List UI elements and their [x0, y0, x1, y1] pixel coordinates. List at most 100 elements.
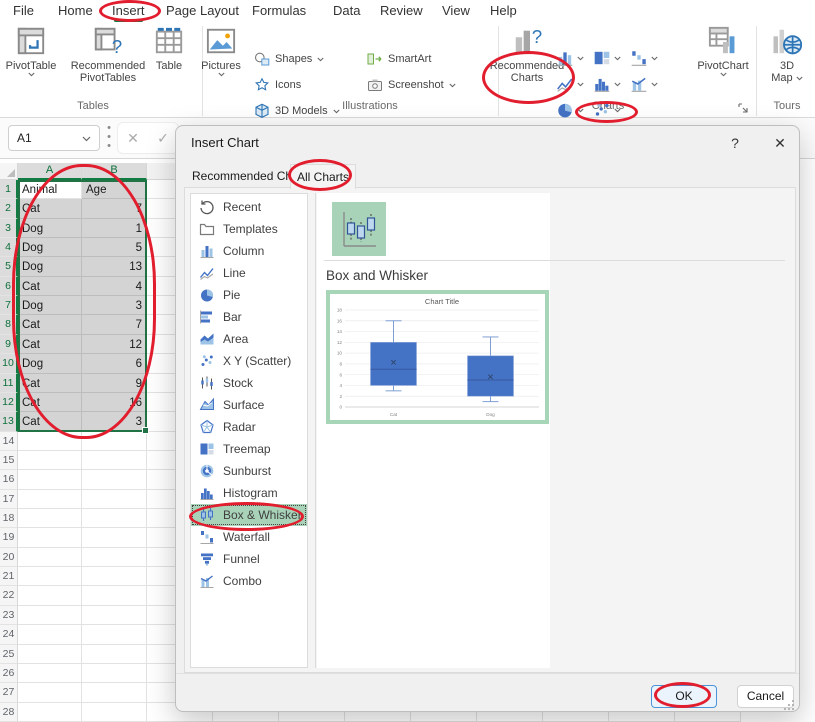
cell-B2[interactable]: 7 [82, 199, 147, 218]
row-header-11[interactable]: 11 [0, 374, 18, 393]
cell-B22[interactable] [82, 586, 147, 605]
chart-type-pie[interactable]: Pie [191, 284, 307, 306]
cell-B18[interactable] [82, 509, 147, 528]
row-header-12[interactable]: 12 [0, 393, 18, 412]
cell-B6[interactable]: 4 [82, 277, 147, 296]
cell-A19[interactable] [18, 528, 82, 547]
cell-A16[interactable] [18, 470, 82, 489]
row-header-16[interactable]: 16 [0, 470, 18, 489]
row-header-26[interactable]: 26 [0, 664, 18, 683]
cell-B21[interactable] [82, 567, 147, 586]
3d-map-button[interactable]: 3DMap [762, 26, 812, 84]
cell-B1[interactable]: Age [82, 180, 147, 199]
cell-A26[interactable] [18, 664, 82, 683]
cell-B8[interactable]: 7 [82, 315, 147, 334]
row-header-8[interactable]: 8 [0, 315, 18, 334]
row-header-17[interactable]: 17 [0, 490, 18, 509]
dialog-close-button[interactable]: ✕ [768, 132, 792, 154]
pivottable-button[interactable]: PivotTable [5, 26, 57, 77]
row-header-21[interactable]: 21 [0, 567, 18, 586]
cell-B5[interactable]: 13 [82, 257, 147, 276]
row-header-10[interactable]: 10 [0, 354, 18, 373]
row-header-14[interactable]: 14 [0, 432, 18, 451]
chart-type-box-whisker[interactable]: Box & Whisker [191, 504, 307, 526]
insert-line-chart-button[interactable] [556, 74, 584, 94]
chart-type-funnel[interactable]: Funnel [191, 548, 307, 570]
cell-B15[interactable] [82, 451, 147, 470]
row-header-15[interactable]: 15 [0, 451, 18, 470]
cell-B10[interactable]: 6 [82, 354, 147, 373]
ribbon-tab-insert[interactable]: Insert [112, 0, 145, 22]
ribbon-tab-help[interactable]: Help [490, 0, 517, 22]
column-header-B[interactable]: B [82, 163, 147, 180]
chart-type-x-y-scatter-[interactable]: X Y (Scatter) [191, 350, 307, 372]
charts-dialog-launcher-icon[interactable] [737, 102, 749, 114]
row-header-7[interactable]: 7 [0, 296, 18, 315]
cell-A12[interactable]: Cat [18, 393, 82, 412]
cell-B27[interactable] [82, 683, 147, 702]
resize-grip[interactable] [784, 700, 794, 710]
row-header-22[interactable]: 22 [0, 586, 18, 605]
dialog-help-button[interactable]: ? [724, 132, 746, 154]
cell-B4[interactable]: 5 [82, 238, 147, 257]
cell-A4[interactable]: Dog [18, 238, 82, 257]
insert-waterfall-button[interactable] [630, 48, 658, 68]
ribbon-tab-review[interactable]: Review [380, 0, 423, 22]
row-header-6[interactable]: 6 [0, 277, 18, 296]
cell-A3[interactable]: Dog [18, 219, 82, 238]
chart-type-stock[interactable]: Stock [191, 372, 307, 394]
recommended-pivottables-button[interactable]: ?RecommendedPivotTables [60, 26, 156, 84]
cell-B26[interactable] [82, 664, 147, 683]
row-header-20[interactable]: 20 [0, 548, 18, 567]
chart-type-radar[interactable]: Radar [191, 416, 307, 438]
cell-A14[interactable] [18, 432, 82, 451]
cell-A23[interactable] [18, 606, 82, 625]
ribbon-tab-page-layout[interactable]: Page Layout [166, 0, 239, 22]
insert-treemap-button[interactable] [593, 48, 621, 68]
fill-handle[interactable] [142, 427, 149, 434]
insert-scatter-chart-button[interactable] [593, 100, 621, 120]
row-header-23[interactable]: 23 [0, 606, 18, 625]
cell-B12[interactable]: 16 [82, 393, 147, 412]
table-button[interactable]: Table [146, 26, 192, 72]
chart-type-combo[interactable]: Combo [191, 570, 307, 592]
cell-A28[interactable] [18, 703, 82, 722]
cell-A5[interactable]: Dog [18, 257, 82, 276]
chart-type-treemap[interactable]: Treemap [191, 438, 307, 460]
cell-B9[interactable]: 12 [82, 335, 147, 354]
insert-column-chart-button[interactable] [556, 48, 584, 68]
formula-bar-drag-handle[interactable]: ••• [105, 124, 113, 152]
icons-button[interactable]: Icons [254, 75, 301, 95]
shapes-button[interactable]: Shapes [254, 49, 324, 69]
chart-preview[interactable]: Chart Title024681012141618CatDog [326, 290, 549, 424]
row-header-25[interactable]: 25 [0, 645, 18, 664]
ribbon-tab-view[interactable]: View [442, 0, 470, 22]
select-all-corner[interactable] [0, 163, 18, 180]
tab-all-charts[interactable]: All Charts [290, 164, 356, 189]
row-header-3[interactable]: 3 [0, 219, 18, 238]
cell-A24[interactable] [18, 625, 82, 644]
cell-B24[interactable] [82, 625, 147, 644]
pivotchart-button[interactable]: PivotChart [694, 26, 752, 77]
box-whisker-subtype-thumbnail[interactable] [332, 202, 386, 256]
row-header-24[interactable]: 24 [0, 625, 18, 644]
recommended-charts-button[interactable]: ?RecommendedCharts [487, 26, 567, 84]
cell-B14[interactable] [82, 432, 147, 451]
chevron-down-icon[interactable] [82, 131, 91, 145]
cell-A8[interactable]: Cat [18, 315, 82, 334]
ribbon-tab-home[interactable]: Home [58, 0, 93, 22]
chart-type-surface[interactable]: Surface [191, 394, 307, 416]
cell-A15[interactable] [18, 451, 82, 470]
row-header-1[interactable]: 1 [0, 180, 18, 199]
insert-pie-chart-button[interactable] [556, 100, 584, 120]
cell-A6[interactable]: Cat [18, 277, 82, 296]
chart-type-recent[interactable]: Recent [191, 196, 307, 218]
cell-B20[interactable] [82, 548, 147, 567]
name-box[interactable]: A1 [8, 125, 100, 151]
ribbon-tab-file[interactable]: File [13, 0, 34, 22]
insert-combo-chart-button[interactable] [630, 74, 658, 94]
row-header-5[interactable]: 5 [0, 257, 18, 276]
row-header-9[interactable]: 9 [0, 335, 18, 354]
chart-type-line[interactable]: Line [191, 262, 307, 284]
cell-A20[interactable] [18, 548, 82, 567]
